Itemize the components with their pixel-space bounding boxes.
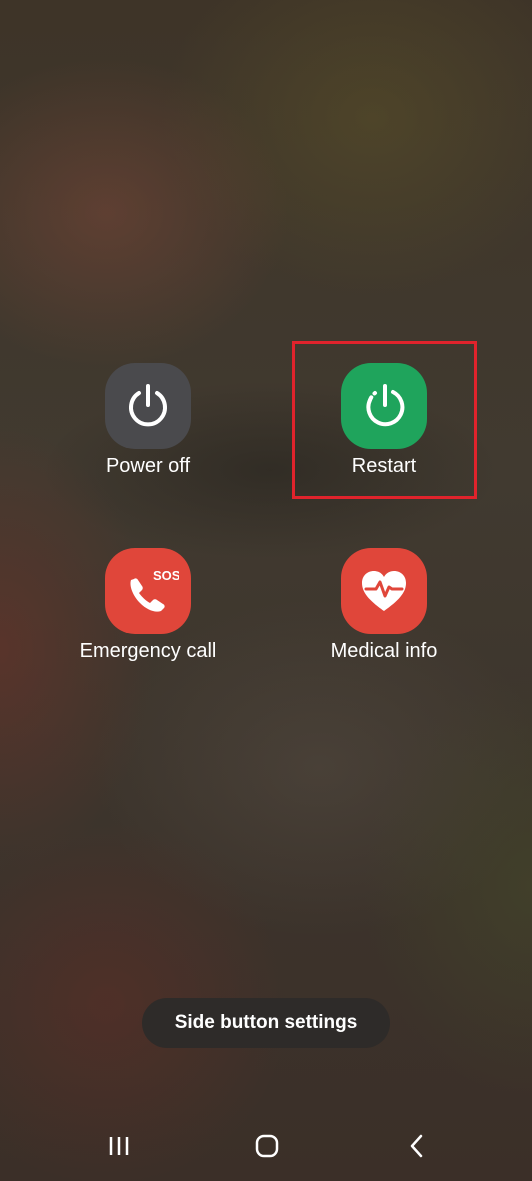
home-icon bbox=[255, 1134, 279, 1158]
back-icon bbox=[410, 1134, 423, 1158]
sos-phone-icon: SOS bbox=[130, 568, 179, 612]
power-off-label: Power off bbox=[105, 455, 191, 477]
recents-button[interactable] bbox=[99, 1128, 139, 1164]
power-off-option[interactable]: Power off bbox=[48, 363, 248, 483]
emergency-call-option[interactable]: SOS Emergency call bbox=[48, 548, 248, 668]
emergency-call-label: Emergency call bbox=[79, 640, 217, 662]
power-off-button[interactable] bbox=[105, 363, 191, 449]
heart-pulse-icon bbox=[362, 571, 406, 611]
home-button[interactable] bbox=[247, 1128, 287, 1164]
emergency-call-button[interactable]: SOS bbox=[105, 548, 191, 634]
medical-info-option[interactable]: Medical info bbox=[284, 548, 484, 668]
medical-info-label: Medical info bbox=[330, 640, 438, 662]
recents-icon bbox=[109, 1137, 129, 1155]
side-button-settings-button[interactable]: Side button settings bbox=[142, 998, 390, 1048]
sos-badge: SOS bbox=[153, 568, 179, 583]
navigation-bar bbox=[0, 1120, 532, 1172]
back-button[interactable] bbox=[397, 1128, 437, 1164]
power-icon bbox=[129, 384, 167, 427]
restart-highlight-box bbox=[292, 341, 477, 499]
medical-info-button[interactable] bbox=[341, 548, 427, 634]
